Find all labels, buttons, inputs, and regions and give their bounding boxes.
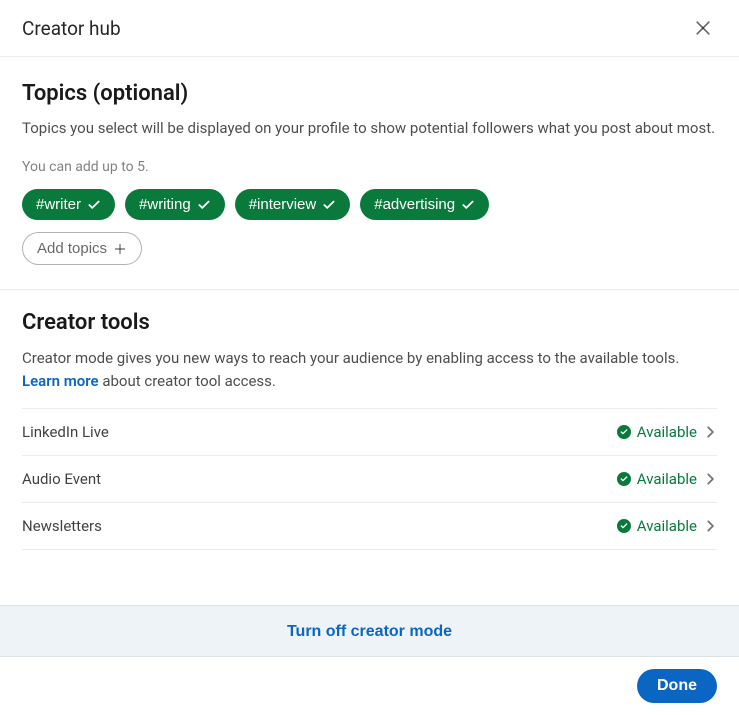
topic-chip-writing[interactable]: #writing xyxy=(125,189,225,220)
add-topics-label: Add topics xyxy=(37,240,107,257)
topic-chip-interview[interactable]: #interview xyxy=(235,189,351,220)
topic-chip-advertising[interactable]: #advertising xyxy=(360,189,489,220)
status-text: Available xyxy=(637,517,697,535)
topic-label: #advertising xyxy=(374,196,455,213)
close-icon xyxy=(693,18,713,38)
status-text: Available xyxy=(637,470,697,488)
check-icon xyxy=(322,198,336,212)
modal-footer: Turn off creator mode Done xyxy=(0,605,739,715)
check-icon xyxy=(197,198,211,212)
done-bar: Done xyxy=(0,657,739,715)
check-icon xyxy=(461,198,475,212)
status-text: Available xyxy=(637,423,697,441)
tools-desc-pre: Creator mode gives you new ways to reach… xyxy=(22,349,679,367)
tool-name: LinkedIn Live xyxy=(22,423,109,441)
tool-list: LinkedIn Live Available Audio Event Avai… xyxy=(22,408,717,550)
done-button[interactable]: Done xyxy=(637,669,717,703)
topics-heading: Topics (optional) xyxy=(22,81,717,106)
chevron-right-icon xyxy=(703,425,717,439)
topics-description: Topics you select will be displayed on y… xyxy=(22,118,717,139)
tools-heading: Creator tools xyxy=(22,310,717,335)
check-icon xyxy=(87,198,101,212)
add-topic-row: Add topics xyxy=(22,232,717,265)
topic-label: #interview xyxy=(249,196,317,213)
modal-title: Creator hub xyxy=(22,17,121,40)
learn-more-link[interactable]: Learn more xyxy=(22,372,99,390)
chevron-right-icon xyxy=(703,472,717,486)
topic-label: #writing xyxy=(139,196,191,213)
close-button[interactable] xyxy=(689,14,717,42)
check-circle-icon xyxy=(617,425,631,439)
check-circle-icon xyxy=(617,519,631,533)
modal-header: Creator hub xyxy=(0,0,739,57)
topic-chip-writer[interactable]: #writer xyxy=(22,189,115,220)
turn-off-bar: Turn off creator mode xyxy=(0,605,739,657)
section-divider xyxy=(0,289,739,290)
tool-status-group: Available xyxy=(617,470,717,488)
tool-name: Newsletters xyxy=(22,517,102,535)
tool-item-audio-event[interactable]: Audio Event Available xyxy=(22,456,717,503)
chevron-right-icon xyxy=(703,519,717,533)
check-circle-icon xyxy=(617,472,631,486)
tool-item-linkedin-live[interactable]: LinkedIn Live Available xyxy=(22,409,717,456)
topics-row: #writer #writing #interview #advertising xyxy=(22,189,717,220)
tool-name: Audio Event xyxy=(22,470,101,488)
add-topics-button[interactable]: Add topics xyxy=(22,232,142,265)
tool-status-group: Available xyxy=(617,423,717,441)
tools-description: Creator mode gives you new ways to reach… xyxy=(22,347,717,392)
tool-item-newsletters[interactable]: Newsletters Available xyxy=(22,503,717,550)
tools-desc-post: about creator tool access. xyxy=(99,372,276,390)
modal-content: Topics (optional) Topics you select will… xyxy=(0,57,739,550)
tool-status-group: Available xyxy=(617,517,717,535)
plus-icon xyxy=(113,242,127,256)
turn-off-creator-mode-button[interactable]: Turn off creator mode xyxy=(287,623,452,641)
topics-limit: You can add up to 5. xyxy=(22,159,717,175)
topic-label: #writer xyxy=(36,196,81,213)
